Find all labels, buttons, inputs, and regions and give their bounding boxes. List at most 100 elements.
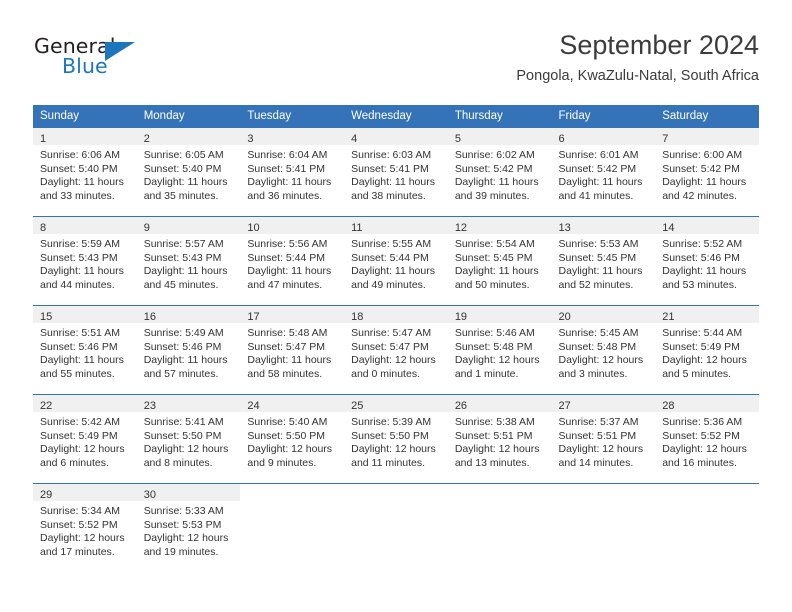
sunrise-text: Sunrise: 5:40 AM <box>247 416 328 428</box>
sunset-text: Sunset: 5:42 PM <box>454 162 533 175</box>
calendar-cell-day[interactable]: 13 Sunrise: 5:53 AM Sunset: 5:45 PM Dayligh… <box>551 216 656 306</box>
sunset-text: Sunset: 5:52 PM <box>40 518 118 531</box>
sunset-text: Sunset: 5:50 PM <box>351 429 429 442</box>
calendar-cell-day[interactable]: 20 Sunrise: 5:45 AM Sunset: 5:48 PM Dayligh… <box>551 305 656 395</box>
calendar-cell-day[interactable]: 25 Sunrise: 5:39 AM Sunset: 5:50 PM Dayligh… <box>344 394 448 484</box>
day-cell: 11 Sunrise: 5:55 AM Sunset: 5:44 PM Dayligh… <box>344 217 448 305</box>
sunrise-text: Sunrise: 5:38 AM <box>454 416 535 428</box>
day-cell: 17 Sunrise: 5:48 AM Sunset: 5:47 PM Dayligh… <box>240 306 345 394</box>
weekday-header-friday: Friday <box>551 105 656 128</box>
day-number: 22 <box>40 400 53 412</box>
daylight-text-line1: Daylight: 12 hours <box>662 354 747 367</box>
calendar-cell-day[interactable]: 27 Sunrise: 5:37 AM Sunset: 5:51 PM Dayligh… <box>551 394 656 484</box>
daylight-text-line1: Daylight: 12 hours <box>247 443 333 456</box>
day-number-band <box>240 484 344 501</box>
calendar-cell-day[interactable]: 23 Sunrise: 5:41 AM Sunset: 5:50 PM Dayligh… <box>136 394 241 484</box>
calendar-cell-day[interactable]: 16 Sunrise: 5:49 AM Sunset: 5:46 PM Dayligh… <box>136 305 241 395</box>
calendar-cell-day[interactable]: 18 Sunrise: 5:47 AM Sunset: 5:47 PM Dayligh… <box>344 305 448 395</box>
day-cell: 8 Sunrise: 5:59 AM Sunset: 5:43 PM Daylight… <box>33 217 137 305</box>
calendar-cell-day[interactable]: 10 Sunrise: 5:56 AM Sunset: 5:44 PM Dayligh… <box>240 216 345 306</box>
day-details: Sunrise: 5:39 AM Sunset: 5:50 PM Daylight:… <box>344 412 448 470</box>
sunrise-text: Sunrise: 6:01 AM <box>558 149 639 161</box>
day-details: Sunrise: 5:44 AM Sunset: 5:49 PM Daylight:… <box>655 323 759 381</box>
sunrise-text: Sunrise: 5:55 AM <box>351 238 432 250</box>
calendar-cell-day[interactable]: 24 Sunrise: 5:40 AM Sunset: 5:50 PM Dayligh… <box>240 394 345 484</box>
day-cell: 15 Sunrise: 5:51 AM Sunset: 5:46 PM Dayligh… <box>33 306 137 394</box>
calendar-cell-day[interactable]: 2 Sunrise: 6:05 AM Sunset: 5:40 PM Daylight… <box>136 127 241 217</box>
day-number: 15 <box>40 311 53 323</box>
daylight-text-line2: and 8 minutes. <box>143 456 213 469</box>
calendar-cell-day[interactable]: 9 Sunrise: 5:57 AM Sunset: 5:43 PM Daylight… <box>136 216 241 306</box>
daylight-text-line2: and 55 minutes. <box>40 367 115 380</box>
sunset-text: Sunset: 5:49 PM <box>662 340 740 353</box>
sunset-text: Sunset: 5:51 PM <box>558 429 637 442</box>
daylight-text-line2: and 47 minutes. <box>247 278 323 291</box>
day-number-band: 29 <box>33 484 137 501</box>
day-cell: 20 Sunrise: 5:45 AM Sunset: 5:48 PM Dayligh… <box>551 306 656 394</box>
generalblue-logo[interactable]: General Blue <box>33 34 243 90</box>
sunrise-text: Sunrise: 5:49 AM <box>143 327 224 339</box>
calendar-cell-day[interactable]: 22 Sunrise: 5:42 AM Sunset: 5:49 PM Dayligh… <box>33 394 137 484</box>
calendar-cell-day[interactable]: 11 Sunrise: 5:55 AM Sunset: 5:44 PM Dayligh… <box>344 216 448 306</box>
calendar-cell-day[interactable]: 5 Sunrise: 6:02 AM Sunset: 5:42 PM Daylight… <box>447 127 552 217</box>
calendar-cell-day[interactable]: 19 Sunrise: 5:46 AM Sunset: 5:48 PM Dayligh… <box>447 305 552 395</box>
day-number: 13 <box>558 222 571 234</box>
calendar-cell-day[interactable]: 1 Sunrise: 6:06 AM Sunset: 5:40 PM Daylight… <box>33 127 137 217</box>
day-details: Sunrise: 6:04 AM Sunset: 5:41 PM Daylight:… <box>240 145 344 203</box>
sunrise-text: Sunrise: 6:03 AM <box>351 149 432 161</box>
sunrise-text: Sunrise: 5:37 AM <box>558 416 639 428</box>
daylight-text-line2: and 16 minutes. <box>662 456 737 469</box>
calendar-cell-day[interactable]: 26 Sunrise: 5:38 AM Sunset: 5:51 PM Dayligh… <box>447 394 552 484</box>
daylight-text-line1: Daylight: 11 hours <box>247 176 332 189</box>
calendar-cell-day[interactable]: 6 Sunrise: 6:01 AM Sunset: 5:42 PM Daylight… <box>551 127 656 217</box>
day-number-band: 18 <box>344 306 448 323</box>
day-number: 20 <box>558 311 571 323</box>
sunset-text: Sunset: 5:53 PM <box>143 518 222 531</box>
day-details: Sunrise: 5:41 AM Sunset: 5:50 PM Daylight:… <box>137 412 241 470</box>
calendar-page: General Blue September 2024 Pongola, Kwa… <box>0 0 792 612</box>
daylight-text-line2: and 57 minutes. <box>143 367 219 380</box>
day-number: 7 <box>662 133 669 145</box>
day-cell: 19 Sunrise: 5:46 AM Sunset: 5:48 PM Dayligh… <box>447 306 552 394</box>
sunset-text: Sunset: 5:51 PM <box>454 429 533 442</box>
calendar-cell-day[interactable]: 21 Sunrise: 5:44 AM Sunset: 5:49 PM Dayligh… <box>655 305 759 395</box>
calendar-cell-day[interactable]: 29 Sunrise: 5:34 AM Sunset: 5:52 PM Dayligh… <box>33 483 137 574</box>
day-number-band <box>655 484 759 501</box>
daylight-text-line1: Daylight: 11 hours <box>143 354 228 367</box>
day-number: 24 <box>247 400 260 412</box>
month-calendar: Sunday Monday Tuesday Wednesday Thursday… <box>33 105 759 574</box>
day-number-band: 5 <box>447 128 552 145</box>
page-title: September 2024 <box>559 30 759 60</box>
day-details: Sunrise: 5:54 AM Sunset: 5:45 PM Daylight:… <box>448 234 552 292</box>
sunset-text: Sunset: 5:47 PM <box>247 340 326 353</box>
daylight-text-line1: Daylight: 12 hours <box>454 354 540 367</box>
daylight-text-line1: Daylight: 11 hours <box>40 176 124 189</box>
day-number-band: 30 <box>136 484 241 501</box>
day-cell: 5 Sunrise: 6:02 AM Sunset: 5:42 PM Daylight… <box>447 128 552 216</box>
calendar-cell-day[interactable]: 4 Sunrise: 6:03 AM Sunset: 5:41 PM Daylight… <box>344 127 448 217</box>
day-number-band: 27 <box>551 395 656 412</box>
calendar-cell-day[interactable]: 3 Sunrise: 6:04 AM Sunset: 5:41 PM Daylight… <box>240 127 345 217</box>
daylight-text-line2: and 42 minutes. <box>662 189 737 202</box>
day-number: 1 <box>40 133 47 145</box>
calendar-week-row: 22 Sunrise: 5:42 AM Sunset: 5:49 PM Dayligh… <box>33 394 759 484</box>
day-cell: 28 Sunrise: 5:36 AM Sunset: 5:52 PM Dayligh… <box>655 395 759 483</box>
day-cell: 29 Sunrise: 5:34 AM Sunset: 5:52 PM Dayligh… <box>33 484 137 574</box>
calendar-cell-day[interactable]: 8 Sunrise: 5:59 AM Sunset: 5:43 PM Daylight… <box>33 216 137 306</box>
day-number-band: 20 <box>551 306 656 323</box>
title-block: September 2024 Pongola, KwaZulu-Natal, S… <box>516 28 759 87</box>
daylight-text-line2: and 38 minutes. <box>351 189 426 202</box>
daylight-text-line2: and 0 minutes. <box>351 367 420 380</box>
day-details: Sunrise: 5:48 AM Sunset: 5:47 PM Daylight:… <box>240 323 344 381</box>
calendar-cell-day[interactable]: 7 Sunrise: 6:00 AM Sunset: 5:42 PM Daylight… <box>655 127 759 217</box>
calendar-cell-day[interactable]: 30 Sunrise: 5:33 AM Sunset: 5:53 PM Dayligh… <box>136 483 241 574</box>
calendar-cell-day[interactable]: 12 Sunrise: 5:54 AM Sunset: 5:45 PM Dayligh… <box>447 216 552 306</box>
calendar-cell-day[interactable]: 28 Sunrise: 5:36 AM Sunset: 5:52 PM Dayligh… <box>655 394 759 484</box>
calendar-cell-day[interactable]: 14 Sunrise: 5:52 AM Sunset: 5:46 PM Dayligh… <box>655 216 759 306</box>
day-cell: 30 Sunrise: 5:33 AM Sunset: 5:53 PM Dayligh… <box>136 484 241 574</box>
day-number-band <box>448 484 552 501</box>
calendar-cell-day[interactable]: 17 Sunrise: 5:48 AM Sunset: 5:47 PM Dayligh… <box>240 305 345 395</box>
daylight-text-line1: Daylight: 12 hours <box>143 443 229 456</box>
sunset-text: Sunset: 5:50 PM <box>247 429 326 442</box>
calendar-cell-day[interactable]: 15 Sunrise: 5:51 AM Sunset: 5:46 PM Dayligh… <box>33 305 137 395</box>
